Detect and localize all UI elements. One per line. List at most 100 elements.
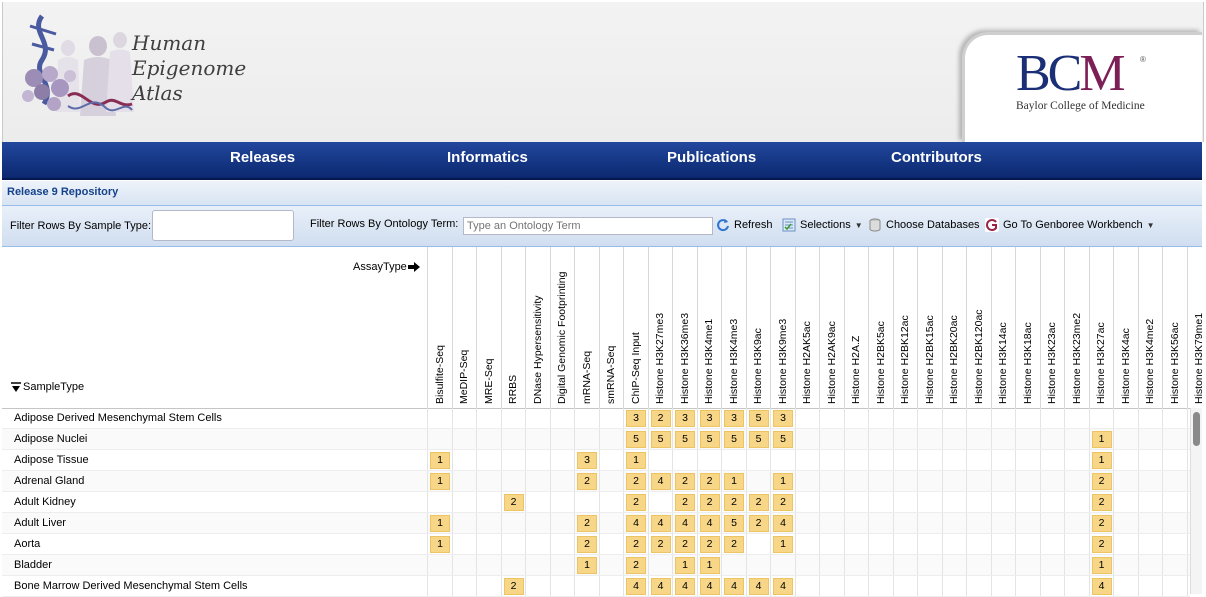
dataset-count-badge[interactable]: 1 bbox=[773, 536, 793, 553]
grid-cell[interactable]: 4 bbox=[721, 576, 745, 596]
grid-cell[interactable] bbox=[966, 450, 990, 470]
grid-cell[interactable] bbox=[917, 450, 941, 470]
grid-cell[interactable]: 2 bbox=[672, 492, 696, 512]
grid-cell[interactable] bbox=[893, 513, 917, 533]
grid-cell[interactable] bbox=[819, 408, 843, 428]
grid-cell[interactable]: 2 bbox=[672, 534, 696, 554]
column-header[interactable]: MeDIP-Seq bbox=[452, 247, 476, 408]
grid-cell[interactable] bbox=[942, 492, 966, 512]
scrollbar-thumb[interactable] bbox=[1193, 412, 1200, 446]
dataset-count-badge[interactable]: 2 bbox=[504, 494, 524, 511]
grid-cell[interactable] bbox=[795, 429, 819, 449]
grid-cell[interactable] bbox=[1064, 492, 1088, 512]
grid-cell[interactable] bbox=[1138, 471, 1162, 491]
selections-menu-button[interactable]: Selections ▼ bbox=[782, 218, 863, 232]
grid-cell[interactable] bbox=[476, 534, 500, 554]
grid-cell[interactable] bbox=[991, 492, 1015, 512]
grid-cell[interactable] bbox=[1138, 576, 1162, 596]
dataset-count-badge[interactable]: 5 bbox=[749, 431, 769, 448]
table-row[interactable]: Adrenal Gland122422112 bbox=[2, 471, 1190, 492]
grid-cell[interactable] bbox=[1040, 471, 1064, 491]
table-row[interactable]: Adipose Tissue1311 bbox=[2, 450, 1190, 471]
dataset-count-badge[interactable]: 1 bbox=[430, 452, 450, 469]
dataset-count-badge[interactable]: 2 bbox=[675, 494, 695, 511]
grid-cell[interactable]: 1 bbox=[1089, 450, 1113, 470]
grid-cell[interactable] bbox=[1138, 429, 1162, 449]
grid-cell[interactable] bbox=[844, 534, 868, 554]
dataset-count-badge[interactable]: 1 bbox=[430, 536, 450, 553]
dataset-count-badge[interactable]: 4 bbox=[773, 515, 793, 532]
table-row[interactable]: Adipose Derived Mesenchymal Stem Cells32… bbox=[2, 408, 1190, 429]
dataset-count-badge[interactable]: 2 bbox=[675, 473, 695, 490]
grid-cell[interactable]: 1 bbox=[427, 513, 451, 533]
grid-cell[interactable]: 1 bbox=[770, 471, 794, 491]
grid-cell[interactable] bbox=[1040, 492, 1064, 512]
grid-cell[interactable] bbox=[1064, 471, 1088, 491]
grid-cell[interactable] bbox=[893, 408, 917, 428]
grid-cell[interactable] bbox=[942, 534, 966, 554]
grid-cell[interactable]: 4 bbox=[1089, 576, 1113, 596]
dataset-count-badge[interactable]: 5 bbox=[675, 431, 695, 448]
dataset-count-badge[interactable]: 1 bbox=[700, 557, 720, 574]
grid-cell[interactable] bbox=[1089, 408, 1113, 428]
grid-cell[interactable] bbox=[452, 450, 476, 470]
dataset-count-badge[interactable]: 4 bbox=[700, 515, 720, 532]
grid-cell[interactable] bbox=[893, 534, 917, 554]
grid-cell[interactable] bbox=[1162, 429, 1186, 449]
grid-cell[interactable] bbox=[452, 492, 476, 512]
column-header[interactable]: Histone H2AK9ac bbox=[819, 247, 843, 408]
grid-cell[interactable]: 3 bbox=[697, 408, 721, 428]
grid-cell[interactable] bbox=[1113, 576, 1137, 596]
grid-cell[interactable] bbox=[1138, 555, 1162, 575]
grid-cell[interactable] bbox=[1040, 450, 1064, 470]
grid-cell[interactable] bbox=[746, 534, 770, 554]
grid-cell[interactable] bbox=[1015, 513, 1039, 533]
grid-cell[interactable]: 3 bbox=[770, 408, 794, 428]
column-header[interactable]: Histone H3K14ac bbox=[991, 247, 1015, 408]
dataset-count-badge[interactable]: 1 bbox=[430, 515, 450, 532]
grid-cell[interactable]: 2 bbox=[623, 555, 647, 575]
grid-cell[interactable]: 1 bbox=[721, 471, 745, 491]
grid-cell[interactable] bbox=[427, 492, 451, 512]
grid-cell[interactable]: 4 bbox=[697, 513, 721, 533]
column-header[interactable]: mRNA-Seq bbox=[574, 247, 598, 408]
dataset-count-badge[interactable]: 2 bbox=[651, 410, 671, 427]
column-header[interactable]: Histone H3K4me3 bbox=[721, 247, 745, 408]
grid-cell[interactable]: 3 bbox=[574, 450, 598, 470]
dataset-count-badge[interactable]: 4 bbox=[626, 578, 646, 595]
grid-cell[interactable] bbox=[1064, 429, 1088, 449]
grid-cell[interactable] bbox=[746, 471, 770, 491]
grid-cell[interactable] bbox=[991, 534, 1015, 554]
grid-cell[interactable]: 2 bbox=[623, 534, 647, 554]
grid-cell[interactable]: 2 bbox=[501, 492, 525, 512]
grid-cell[interactable] bbox=[868, 408, 892, 428]
grid-cell[interactable] bbox=[550, 450, 574, 470]
column-header[interactable]: RRBS bbox=[501, 247, 525, 408]
column-header[interactable]: Histone H3K23ac bbox=[1040, 247, 1064, 408]
dataset-count-badge[interactable]: 1 bbox=[675, 557, 695, 574]
grid-cell[interactable] bbox=[819, 534, 843, 554]
grid-cell[interactable] bbox=[452, 471, 476, 491]
grid-cell[interactable] bbox=[476, 471, 500, 491]
grid-cell[interactable] bbox=[991, 429, 1015, 449]
grid-cell[interactable] bbox=[844, 471, 868, 491]
grid-cell[interactable] bbox=[1113, 471, 1137, 491]
grid-cell[interactable] bbox=[1162, 534, 1186, 554]
grid-cell[interactable] bbox=[1162, 471, 1186, 491]
grid-cell[interactable] bbox=[966, 534, 990, 554]
grid-cell[interactable] bbox=[819, 471, 843, 491]
nav-contributors[interactable]: Contributors bbox=[891, 149, 982, 166]
grid-cell[interactable] bbox=[868, 576, 892, 596]
grid-cell[interactable] bbox=[550, 534, 574, 554]
grid-cell[interactable] bbox=[501, 429, 525, 449]
grid-cell[interactable] bbox=[795, 450, 819, 470]
grid-cell[interactable] bbox=[525, 576, 549, 596]
grid-cell[interactable]: 1 bbox=[1089, 429, 1113, 449]
grid-cell[interactable] bbox=[427, 408, 451, 428]
grid-cell[interactable] bbox=[942, 450, 966, 470]
grid-cell[interactable] bbox=[917, 492, 941, 512]
grid-cell[interactable] bbox=[893, 471, 917, 491]
grid-cell[interactable]: 4 bbox=[648, 576, 672, 596]
grid-cell[interactable] bbox=[501, 471, 525, 491]
column-header[interactable]: Histone H3K27me3 bbox=[648, 247, 672, 408]
